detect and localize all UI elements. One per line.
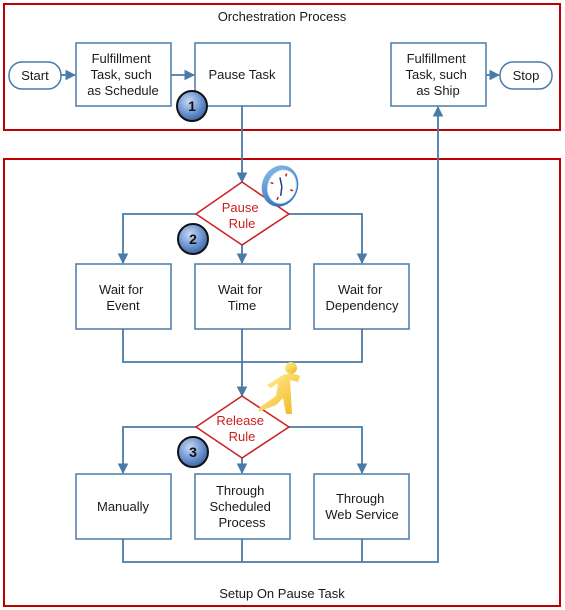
step-badge-3: 3 (177, 436, 209, 468)
wait-for-dependency-box[interactable]: Wait for Dependency (313, 263, 410, 330)
release-scheduled-process-box[interactable]: Through Scheduled Process (194, 473, 291, 540)
step-badge-1: 1 (176, 90, 208, 122)
release-manually-box[interactable]: Manually (75, 473, 172, 540)
wait-for-time-box[interactable]: Wait for Time (194, 263, 291, 330)
fulfillment-schedule-label: Fulfillment Task, such as Schedule (87, 51, 159, 98)
running-person-icon (258, 362, 300, 414)
connector-release-rule-to-web-service (289, 426, 368, 475)
fulfillment-ship-task[interactable]: Fulfillment Task, such as Ship (390, 42, 487, 107)
start-terminal[interactable]: Start (8, 61, 62, 90)
stop-terminal[interactable]: Stop (499, 61, 553, 90)
release-web-service-box[interactable]: Through Web Service (313, 473, 410, 540)
pause-task-label: Pause Task (209, 67, 276, 82)
release-web-service-label: Through Web Service (325, 491, 398, 522)
connector-pause-rule-to-dependency (289, 213, 368, 265)
svg-text:2: 2 (189, 231, 197, 247)
pause-task-diagram: Orchestration Process Setup On Pause Tas… (3, 3, 561, 607)
step-badge-2: 2 (177, 223, 209, 255)
release-scheduled-process-label: Through Scheduled Process (209, 483, 274, 530)
wait-for-event-box[interactable]: Wait for Event (75, 263, 172, 330)
release-manually-label: Manually (97, 499, 150, 514)
pause-task[interactable]: Pause Task (194, 42, 291, 107)
stop-label: Stop (513, 68, 540, 83)
svg-text:3: 3 (189, 444, 197, 460)
fulfillment-schedule-task[interactable]: Fulfillment Task, such as Schedule (75, 42, 172, 107)
setup-on-pause-task-title: Setup On Pause Task (219, 586, 345, 601)
orchestration-process-title: Orchestration Process (218, 9, 347, 24)
start-label: Start (21, 68, 49, 83)
svg-text:1: 1 (188, 98, 196, 114)
